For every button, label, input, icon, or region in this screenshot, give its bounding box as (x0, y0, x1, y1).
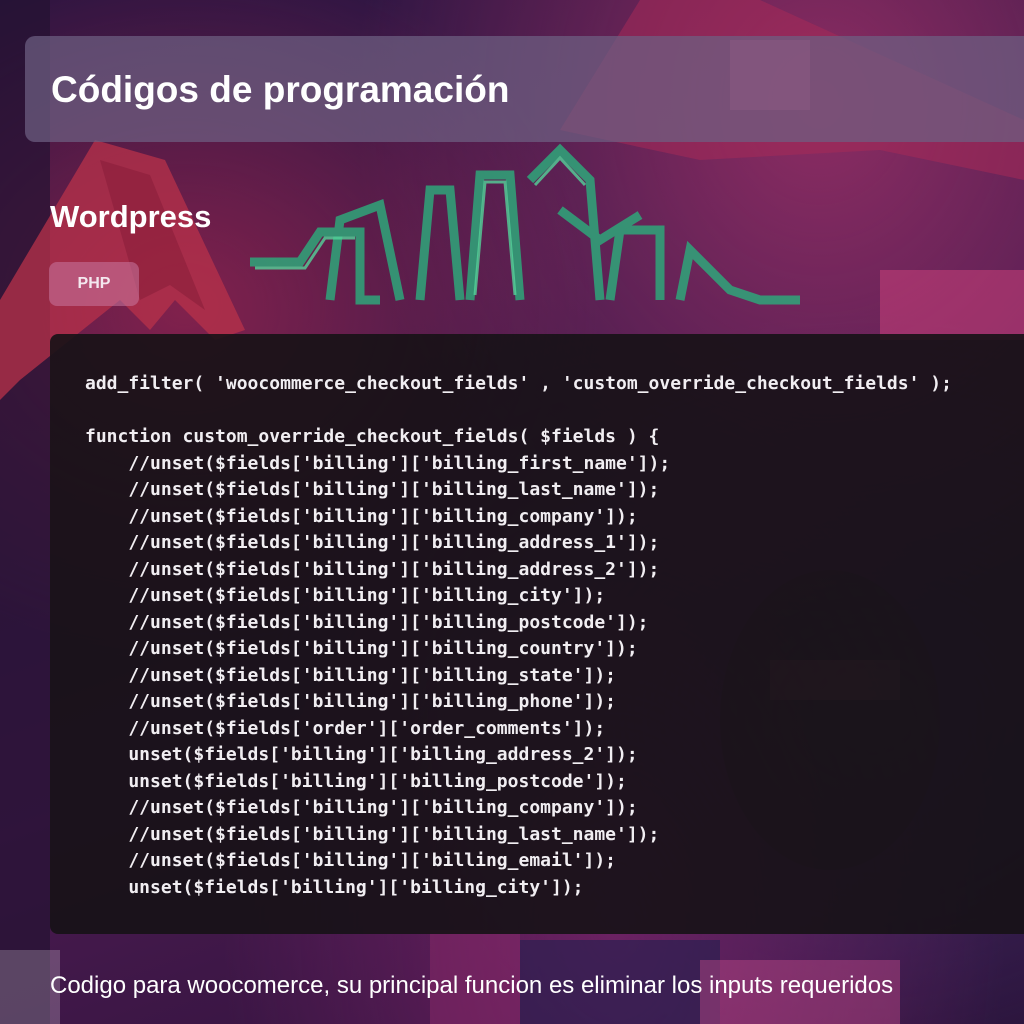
code-line: //unset($fields['billing']['billing_city… (85, 585, 606, 606)
code-line: function custom_override_checkout_fields… (85, 426, 660, 447)
snippet-description: Codigo para woocomerce, su principal fun… (50, 972, 894, 999)
code-line: //unset($fields['billing']['billing_comp… (85, 797, 638, 818)
code-line: //unset($fields['billing']['billing_phon… (85, 691, 617, 712)
code-line: //unset($fields['billing']['billing_stat… (85, 664, 617, 686)
code-line: //unset($fields['billing']['billing_coun… (85, 638, 638, 659)
code-line: //unset($fields['billing']['billing_last… (85, 479, 660, 500)
code-line: //unset($fields['billing']['billing_post… (85, 611, 649, 633)
code-line: //unset($fields['billing']['billing_comp… (85, 505, 638, 527)
code-line: //unset($fields['billing']['billing_last… (85, 823, 660, 845)
code-line: add_filter( 'woocommerce_checkout_fields… (85, 373, 952, 394)
code-line: unset($fields['billing']['billing_city']… (85, 876, 584, 898)
code-line: //unset($fields['billing']['billing_addr… (85, 532, 660, 553)
code-line: //unset($fields['billing']['billing_addr… (85, 558, 660, 580)
section-title: Wordpress (50, 199, 212, 234)
header-bar: Códigos de programación (25, 36, 1024, 142)
code-line: unset($fields['billing']['billing_postco… (85, 770, 627, 792)
code-line: //unset($fields['billing']['billing_firs… (85, 452, 671, 474)
code-line: unset($fields['billing']['billing_addres… (85, 744, 638, 765)
code-lines: add_filter( 'woocommerce_checkout_fields… (85, 371, 952, 901)
code-block[interactable]: add_filter( 'woocommerce_checkout_fields… (50, 334, 1024, 934)
code-line: //unset($fields['billing']['billing_emai… (85, 850, 617, 871)
code-line: //unset($fields['order']['order_comments… (85, 717, 606, 739)
page-title: Códigos de programación (51, 69, 510, 110)
language-badge: PHP (49, 262, 139, 306)
